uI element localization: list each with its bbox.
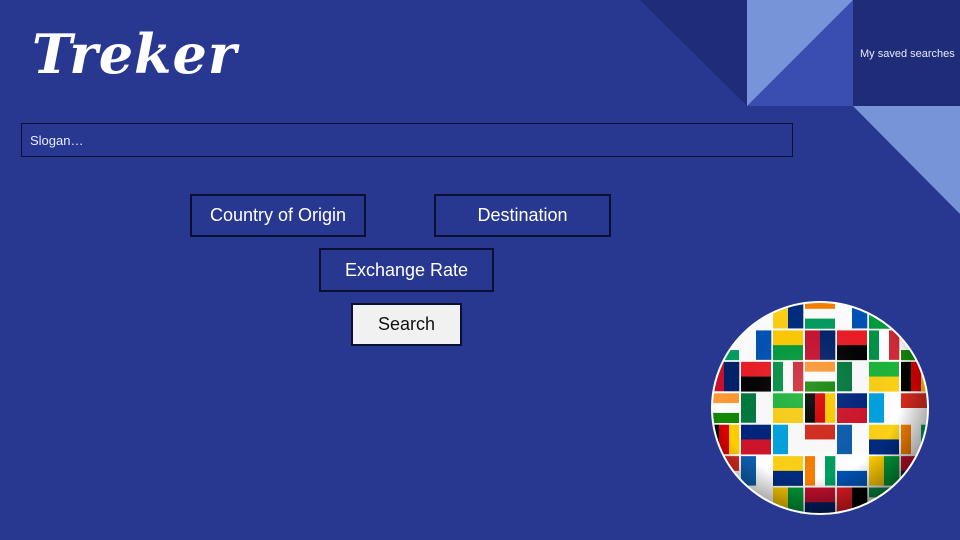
saved-searches-link[interactable]: My saved searches [860, 48, 956, 60]
country-of-origin-label: Country of Origin [209, 205, 347, 225]
destination-label: Destination [477, 205, 568, 225]
exchange-rate-button[interactable]: Exchange Rate [319, 248, 494, 292]
search-button[interactable]: Search [351, 303, 462, 346]
country-of-origin-button[interactable]: Country of Origin [190, 194, 366, 237]
flag-globe-icon [711, 301, 929, 515]
search-label: Search [377, 314, 436, 334]
slogan-input[interactable] [30, 132, 784, 148]
app-logo: Treker [32, 22, 238, 86]
destination-button[interactable]: Destination [434, 194, 611, 237]
slogan-field[interactable] [21, 123, 793, 157]
exchange-rate-label: Exchange Rate [344, 259, 469, 280]
